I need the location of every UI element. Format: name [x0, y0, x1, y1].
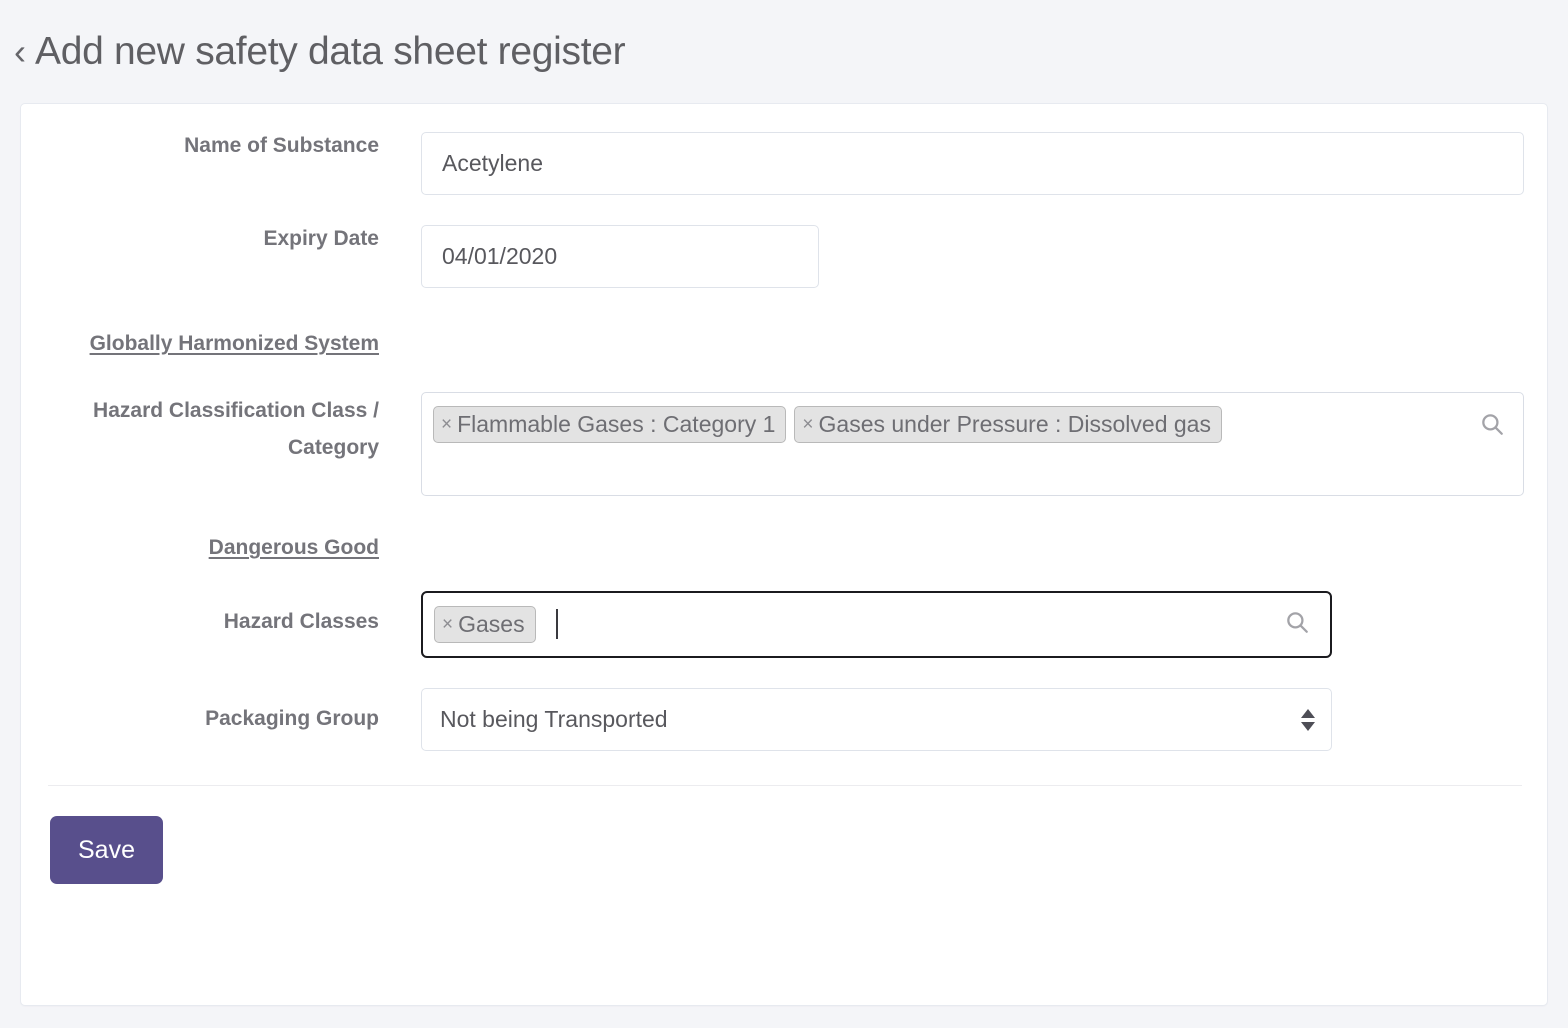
field-row-packaging-group: Packaging Group Not being Transported: [21, 688, 1547, 751]
packaging-group-select[interactable]: Not being Transported: [421, 688, 1332, 751]
section-row-globally-harmonized-system: Globally Harmonized System: [21, 326, 1547, 362]
token-remove-icon[interactable]: ×: [441, 415, 452, 434]
form-footer: Save: [21, 786, 1547, 884]
form-card: Name of Substance Expiry Date Globally H…: [20, 103, 1548, 1006]
token-label: Gases: [458, 613, 524, 636]
token-remove-icon[interactable]: ×: [802, 415, 813, 434]
page-title: Add new safety data sheet register: [35, 30, 625, 74]
label-hazard-classes: Hazard Classes: [21, 591, 421, 635]
page-header: ‹ Add new safety data sheet register: [0, 0, 1568, 103]
section-heading-globally-harmonized-system: Globally Harmonized System: [21, 326, 421, 362]
hazard-classes-multiselect[interactable]: × Gases: [421, 591, 1332, 658]
form-body: Name of Substance Expiry Date Globally H…: [21, 104, 1547, 884]
field-wrapper-hazard-classification: × Flammable Gases : Category 1 × Gases u…: [421, 392, 1547, 496]
field-wrapper-hazard-classes: × Gases: [421, 591, 1547, 658]
token-remove-icon[interactable]: ×: [442, 615, 453, 634]
token[interactable]: × Gases under Pressure : Dissolved gas: [794, 406, 1222, 443]
packaging-group-select-wrap: Not being Transported: [421, 688, 1332, 751]
packaging-group-selected-value: Not being Transported: [440, 706, 668, 733]
spacer: [21, 561, 1547, 591]
search-icon: [1479, 411, 1505, 437]
token-label: Flammable Gases : Category 1: [457, 413, 775, 436]
text-cursor: [556, 609, 558, 639]
token-label: Gases under Pressure : Dissolved gas: [819, 413, 1211, 436]
label-hazard-classification: Hazard Classification Class / Category: [21, 392, 421, 466]
label-packaging-group: Packaging Group: [21, 688, 421, 732]
name-of-substance-input[interactable]: [421, 132, 1524, 195]
hazard-classification-multiselect[interactable]: × Flammable Gases : Category 1 × Gases u…: [421, 392, 1524, 496]
back-chevron-icon[interactable]: ‹: [14, 34, 26, 70]
spacer: [21, 288, 1547, 326]
token[interactable]: × Flammable Gases : Category 1: [433, 406, 786, 443]
spacer: [21, 362, 1547, 392]
spacer: [21, 195, 1547, 225]
label-name-of-substance: Name of Substance: [21, 132, 421, 159]
field-row-hazard-classification: Hazard Classification Class / Category ×…: [21, 392, 1547, 496]
field-wrapper-expiry-date: [421, 225, 1547, 288]
field-row-name-of-substance: Name of Substance: [21, 132, 1547, 195]
spacer: [21, 496, 1547, 534]
section-heading-dangerous-good: Dangerous Good: [21, 534, 421, 561]
field-row-hazard-classes: Hazard Classes × Gases: [21, 591, 1547, 658]
save-button[interactable]: Save: [50, 816, 163, 884]
spacer: [21, 658, 1547, 688]
token[interactable]: × Gases: [434, 606, 536, 643]
expiry-date-input[interactable]: [421, 225, 819, 288]
search-icon: [1284, 609, 1310, 635]
field-row-expiry-date: Expiry Date: [21, 225, 1547, 288]
label-expiry-date: Expiry Date: [21, 225, 421, 252]
field-wrapper-name-of-substance: [421, 132, 1547, 195]
field-wrapper-packaging-group: Not being Transported: [421, 688, 1547, 751]
section-row-dangerous-good: Dangerous Good: [21, 534, 1547, 561]
